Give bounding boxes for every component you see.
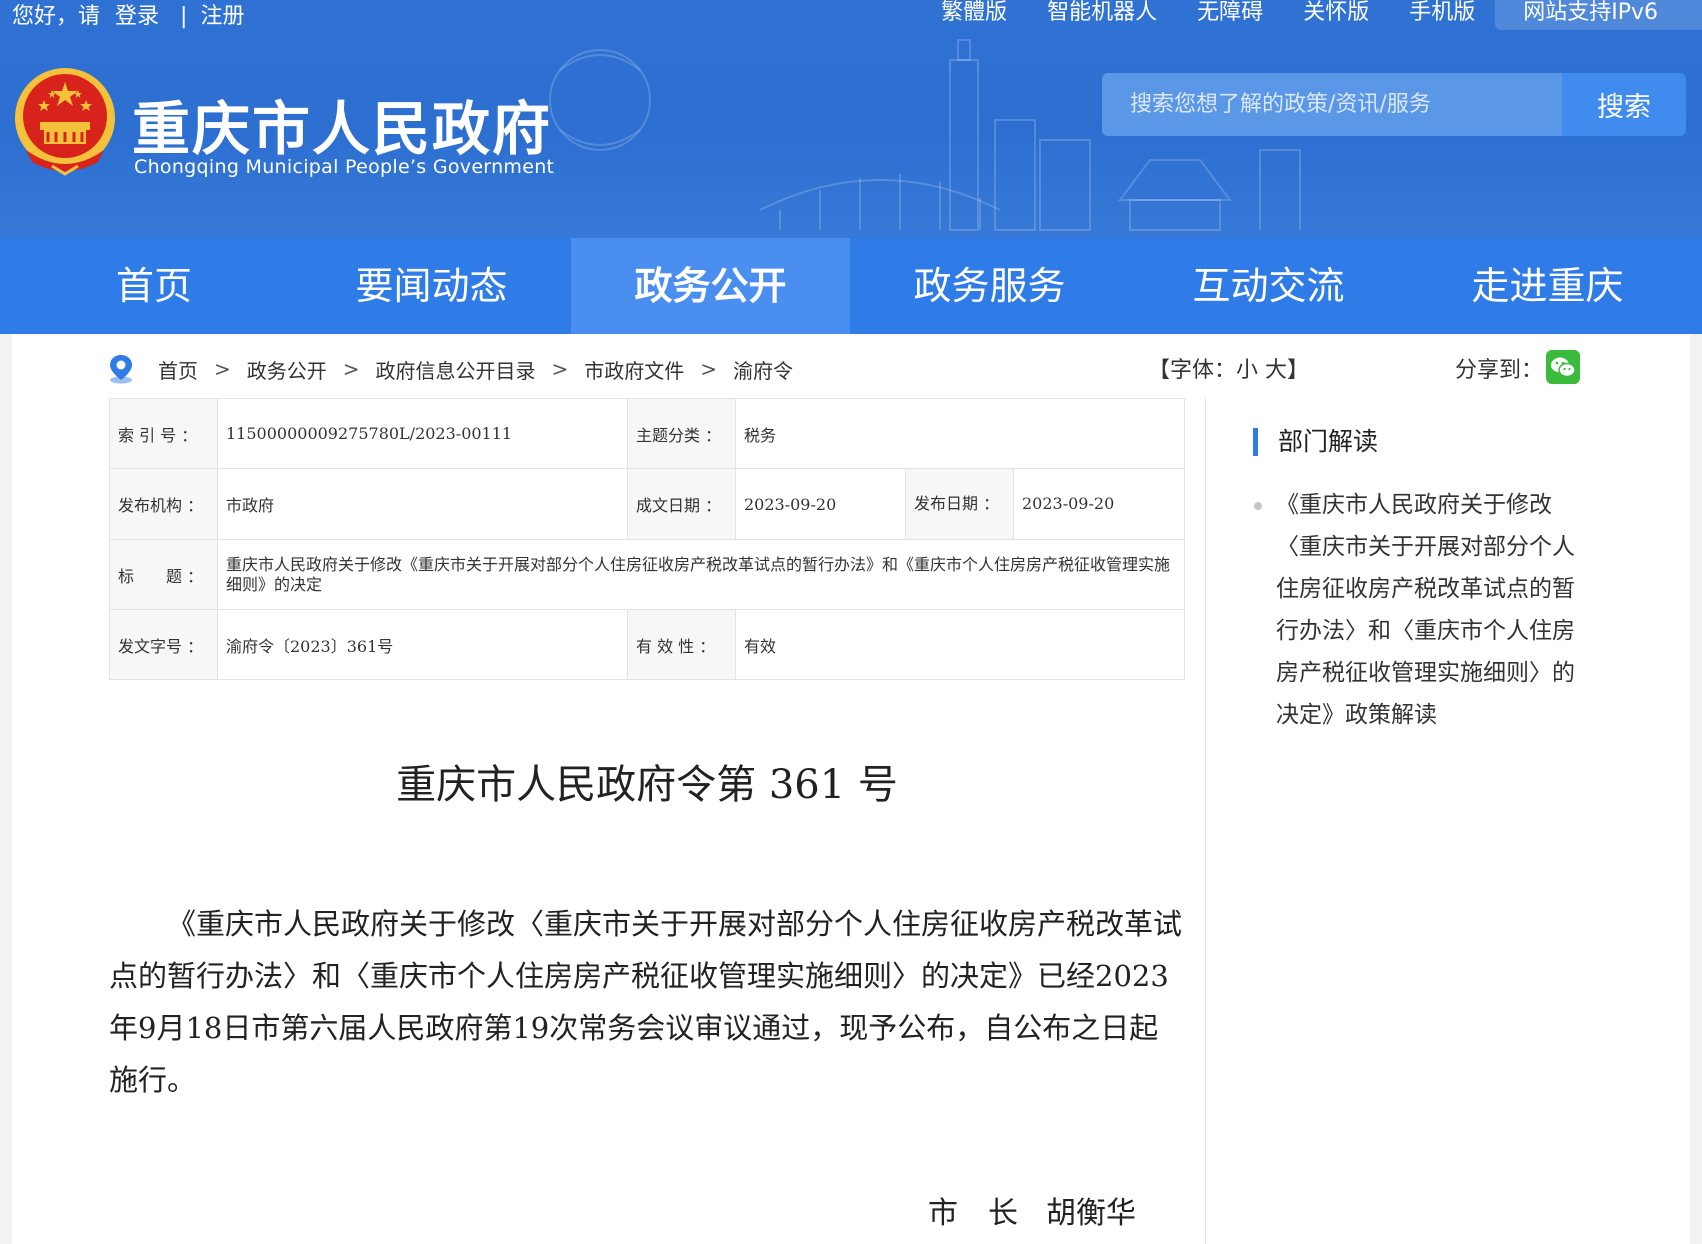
table-row: 发布机构 ： 市政府 成文日期 ： 2023-09-20 发布日期 ： 2023… — [109, 468, 1185, 540]
accessibility-link[interactable]: 无障碍 — [1177, 0, 1283, 30]
table-row: 索 引 号 ： 11500000009275780L/2023-00111 主题… — [109, 398, 1185, 469]
document-metadata-table: 索 引 号 ： 11500000009275780L/2023-00111 主题… — [109, 398, 1185, 680]
issuer-label: 发布机构 ： — [109, 468, 218, 540]
breadcrumb-separator: > — [214, 357, 231, 381]
sidebar-item-policy-interpretation[interactable]: 《重庆市人民政府关于修改〈重庆市关于开展对部分个人住房征收房产税改革试点的暂行办… — [1254, 484, 1594, 736]
search-button[interactable]: 搜索 — [1562, 73, 1686, 136]
signature-block: 市 长胡衡华 — [928, 1188, 1164, 1232]
topic-category-value: 税务 — [735, 398, 1185, 469]
document-title: 重庆市人民政府令第 361 号 — [396, 762, 898, 808]
elderly-care-mode-link[interactable]: 关怀版 — [1283, 0, 1389, 30]
sidebar-heading: 部门解读 — [1253, 428, 1378, 456]
search-input[interactable] — [1102, 73, 1562, 136]
breadcrumb-info-catalog[interactable]: 政府信息公开目录 — [376, 355, 536, 384]
sidebar-item-label[interactable]: 《重庆市人民政府关于修改〈重庆市关于开展对部分个人住房征收房产税改革试点的暂行办… — [1276, 484, 1594, 736]
validity-label: 有 效 性 ： — [627, 609, 736, 680]
bullet-dot-icon — [1254, 502, 1262, 510]
location-pin-icon — [110, 355, 132, 384]
published-date-cell: 发布日期 ： 2023-09-20 — [905, 468, 1185, 540]
login-register-divider: | — [180, 4, 188, 29]
breadcrumb-separator: > — [342, 357, 360, 381]
breadcrumb-separator: > — [700, 357, 718, 381]
user-links: 您好，请 登录 | 注册 — [12, 0, 252, 30]
site-header: 您好，请 登录 | 注册 繁體版 智能机器人 无障碍 关怀版 手机版 网站支持I… — [0, 0, 1702, 238]
index-number-value: 11500000009275780L/2023-00111 — [217, 398, 628, 469]
font-size-large-button[interactable]: 大 — [1265, 358, 1287, 383]
ipv6-support-link[interactable]: 网站支持IPv6 — [1495, 0, 1702, 30]
document-number-label: 发文字号 ： — [109, 609, 218, 680]
smart-robot-link[interactable]: 智能机器人 — [1027, 0, 1177, 30]
register-link[interactable]: 注册 — [200, 4, 244, 29]
document-number-value: 渝府令〔2023〕361号 — [217, 609, 628, 680]
mobile-version-link[interactable]: 手机版 — [1389, 0, 1495, 30]
font-size-small-button[interactable]: 小 — [1236, 358, 1258, 383]
title-label: 标 题 ： — [109, 539, 218, 610]
nav-home[interactable]: 首页 — [0, 238, 292, 334]
login-link[interactable]: 登录 — [115, 4, 159, 29]
national-emblem-icon[interactable] — [12, 66, 118, 178]
written-date-label: 成文日期 ： — [627, 468, 736, 540]
traditional-chinese-link[interactable]: 繁體版 — [921, 0, 1027, 30]
index-number-label: 索 引 号 ： — [109, 398, 218, 469]
validity-value: 有效 — [735, 609, 1185, 680]
signer-role: 市 长 — [928, 1196, 1018, 1231]
nav-government-services[interactable]: 政务服务 — [850, 238, 1129, 334]
breadcrumb-yufuling[interactable]: 渝府令 — [733, 355, 793, 384]
breadcrumb-separator: > — [551, 357, 569, 381]
breadcrumb-home[interactable]: 首页 — [158, 355, 198, 384]
topic-category-label: 主题分类 ： — [627, 398, 736, 469]
share-label: 分享到： — [1455, 358, 1544, 383]
site-name-en: Chongqing Municipal People’s Government — [134, 156, 555, 178]
published-date-value: 2023-09-20 — [1022, 494, 1115, 513]
signer-name: 胡衡华 — [1046, 1196, 1136, 1231]
font-size-close: 】 — [1287, 358, 1310, 383]
published-date-label: 发布日期 ： — [906, 469, 1014, 539]
main-nav: 首页 要闻动态 政务公开 政务服务 互动交流 走进重庆 — [0, 238, 1702, 334]
font-size-control: 【字体：小 大】 — [1148, 352, 1309, 384]
table-row: 发文字号 ： 渝府令〔2023〕361号 有 效 性 ： 有效 — [109, 609, 1185, 680]
nav-news[interactable]: 要闻动态 — [292, 238, 571, 334]
breadcrumb: 首页 > 政务公开 > 政府信息公开目录 > 市政府文件 > 渝府令 — [108, 354, 793, 384]
nav-government-affairs-openness[interactable]: 政务公开 — [571, 238, 850, 334]
font-size-open: 【字体： — [1148, 358, 1237, 383]
wechat-icon[interactable] — [1546, 350, 1580, 384]
written-date-value: 2023-09-20 — [735, 468, 906, 540]
issuer-value: 市政府 — [217, 468, 628, 540]
nav-interaction[interactable]: 互动交流 — [1129, 238, 1408, 334]
table-row: 标 题 ： 重庆市人民政府关于修改《重庆市关于开展对部分个人住房征收房产税改革试… — [109, 539, 1185, 610]
title-value: 重庆市人民政府关于修改《重庆市关于开展对部分个人住房征收房产税改革试点的暂行办法… — [217, 539, 1185, 610]
site-name-cn[interactable]: 重庆市人民政府 — [132, 82, 552, 166]
top-utility-links: 繁體版 智能机器人 无障碍 关怀版 手机版 网站支持IPv6 — [921, 0, 1702, 30]
greeting-text: 您好，请 — [12, 4, 101, 29]
document-body: 《重庆市人民政府关于修改〈重庆市关于开展对部分个人住房征收房产税改革试点的暂行办… — [109, 907, 1183, 1097]
breadcrumb-government-affairs[interactable]: 政务公开 — [247, 355, 327, 384]
breadcrumb-municipal-documents[interactable]: 市政府文件 — [584, 355, 684, 384]
column-divider — [1205, 398, 1206, 1244]
nav-about-chongqing[interactable]: 走进重庆 — [1408, 238, 1687, 334]
